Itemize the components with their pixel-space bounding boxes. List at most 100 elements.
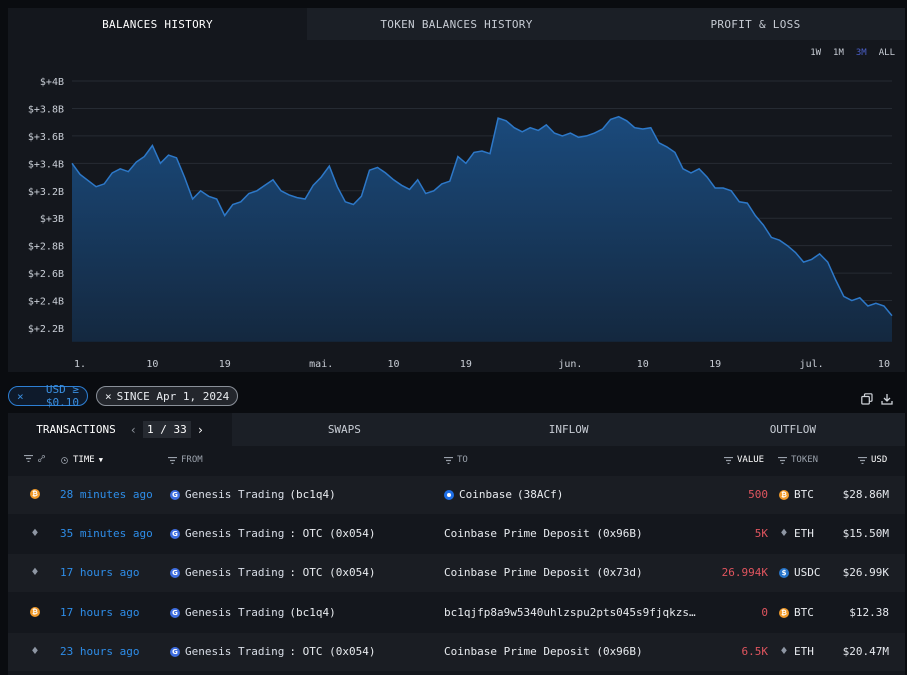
col-time-label: TIME bbox=[73, 455, 95, 465]
filter-token-icon[interactable] bbox=[24, 455, 46, 462]
filter-icon bbox=[724, 456, 733, 464]
to-entity[interactable]: bc1qjfp8a9w5340uhlzspu2pts045s9fjqkzs… bbox=[444, 606, 701, 619]
x-tick-label: 10 bbox=[146, 359, 158, 370]
from-name: Genesis Trading bbox=[185, 488, 285, 501]
page-indicator: 1 / 33 bbox=[142, 421, 191, 438]
col-usd[interactable]: USD bbox=[858, 455, 887, 465]
col-value-label: VALUE bbox=[737, 455, 765, 465]
range-1w[interactable]: 1W bbox=[810, 48, 821, 58]
chart-tabs: BALANCES HISTORY TOKEN BALANCES HISTORY … bbox=[8, 8, 905, 40]
chain-cell: ♦ bbox=[30, 567, 40, 578]
y-tick-label: $+3.2B bbox=[28, 187, 64, 198]
remove-filter-icon[interactable]: × bbox=[17, 390, 24, 403]
from-entity[interactable]: G Genesis Trading: OTC (0x054) bbox=[170, 645, 375, 658]
ethereum-icon: ♦ bbox=[779, 528, 789, 539]
genesis-icon: G bbox=[170, 607, 180, 618]
ethereum-icon: ♦ bbox=[30, 646, 40, 657]
ethereum-icon: ♦ bbox=[30, 567, 40, 578]
tab-transactions[interactable]: TRANSACTIONS ‹ 1 / 33 › bbox=[8, 413, 233, 446]
coinbase-icon bbox=[444, 489, 454, 500]
filter-icon bbox=[168, 456, 177, 464]
prev-page-icon[interactable]: ‹ bbox=[130, 423, 137, 437]
next-page-icon[interactable]: › bbox=[197, 423, 204, 437]
genesis-icon: G bbox=[170, 528, 180, 539]
table-row[interactable]: ₿ 28 minutes ago G Genesis Trading (bc1q4) Co… bbox=[8, 476, 905, 514]
chain-cell: ♦ bbox=[30, 528, 40, 539]
to-name: bc1qjfp8a9w5340uhlzspu2pts045s9fjqkzs… bbox=[444, 606, 696, 619]
range-1m[interactable]: 1M bbox=[833, 48, 844, 58]
tab-balances-history[interactable]: BALANCES HISTORY bbox=[8, 8, 307, 40]
tx-value: 0 bbox=[761, 606, 768, 619]
tx-value: 26.994K bbox=[721, 566, 768, 579]
tx-value: 5K bbox=[754, 527, 768, 540]
tx-value: 6.5K bbox=[741, 645, 769, 658]
range-3m[interactable]: 3M bbox=[856, 48, 867, 58]
x-tick-label: jun. bbox=[558, 359, 582, 370]
tx-time-link[interactable]: 17 hours ago bbox=[60, 606, 139, 619]
col-to-label: TO bbox=[457, 455, 468, 465]
tab-transactions-label: TRANSACTIONS bbox=[36, 423, 116, 436]
usd-filter-chip[interactable]: × USD ≥ $0.10 bbox=[8, 383, 88, 409]
table-row[interactable]: ₿ 17 hours ago G Genesis Trading (bc1q4) bc1q… bbox=[8, 594, 905, 632]
col-to[interactable]: TO bbox=[444, 455, 468, 465]
table-row[interactable]: ♦ 35 minutes ago G Genesis Trading: OTC (0x… bbox=[8, 515, 905, 553]
link-icon bbox=[38, 455, 45, 462]
from-entity[interactable]: G Genesis Trading (bc1q4) bbox=[170, 488, 336, 501]
table-actions bbox=[861, 393, 893, 405]
from-name: Genesis Trading bbox=[185, 606, 285, 619]
x-tick-label: 10 bbox=[637, 359, 649, 370]
tx-time-link[interactable]: 17 hours ago bbox=[60, 566, 139, 579]
col-token[interactable]: TOKEN bbox=[778, 455, 818, 465]
tab-outflow[interactable]: OUTFLOW bbox=[681, 413, 905, 446]
y-tick-label: $+2.2B bbox=[28, 324, 64, 335]
tab-profit-loss[interactable]: PROFIT & LOSS bbox=[606, 8, 905, 40]
usdc-icon: $ bbox=[779, 567, 789, 578]
chain-cell: ♦ bbox=[30, 646, 40, 657]
tx-time-link[interactable]: 28 minutes ago bbox=[60, 488, 153, 501]
from-entity[interactable]: G Genesis Trading (bc1q4) bbox=[170, 606, 336, 619]
to-entity[interactable]: Coinbase Prime Deposit (0x96B) bbox=[444, 645, 648, 658]
since-filter-chip[interactable]: × SINCE Apr 1, 2024 bbox=[96, 386, 239, 406]
y-tick-label: $+3.6B bbox=[28, 132, 64, 143]
transactions-panel: TRANSACTIONS ‹ 1 / 33 › SWAPS INFLOW OUT… bbox=[8, 413, 905, 675]
col-token-label: TOKEN bbox=[791, 455, 819, 465]
to-entity[interactable]: Coinbase Prime Deposit (0x96B) bbox=[444, 527, 648, 540]
to-entity[interactable]: Coinbase (38ACf) bbox=[444, 488, 563, 501]
balances-panel: BALANCES HISTORY TOKEN BALANCES HISTORY … bbox=[8, 8, 905, 372]
copy-icon[interactable] bbox=[861, 393, 873, 405]
clock-icon bbox=[61, 456, 68, 464]
x-tick-label: 10 bbox=[388, 359, 400, 370]
to-name: Coinbase Prime Deposit (0x96B) bbox=[444, 527, 643, 540]
to-entity[interactable]: Coinbase Prime Deposit (0x73d) bbox=[444, 566, 648, 579]
total-pages: 33 bbox=[173, 423, 187, 436]
remove-filter-icon[interactable]: × bbox=[105, 390, 112, 403]
tab-token-balances-history[interactable]: TOKEN BALANCES HISTORY bbox=[307, 8, 606, 40]
from-entity[interactable]: G Genesis Trading: OTC (0x054) bbox=[170, 566, 375, 579]
y-tick-label: $+3.4B bbox=[28, 159, 64, 170]
tab-inflow[interactable]: INFLOW bbox=[457, 413, 681, 446]
tx-time-link[interactable]: 23 hours ago bbox=[60, 645, 139, 658]
col-time[interactable]: TIME ▼ bbox=[60, 455, 103, 465]
genesis-icon: G bbox=[170, 646, 180, 657]
table-row[interactable]: ♦ 23 hours ago G Genesis Trading: OTC (0x05… bbox=[8, 633, 905, 671]
from-entity[interactable]: G Genesis Trading: OTC (0x054) bbox=[170, 527, 375, 540]
to-name: Coinbase Prime Deposit (0x96B) bbox=[444, 645, 643, 658]
tab-swaps[interactable]: SWAPS bbox=[232, 413, 456, 446]
y-tick-label: $+2.4B bbox=[28, 297, 64, 308]
y-tick-label: $+2.6B bbox=[28, 269, 64, 280]
col-value[interactable]: VALUE bbox=[724, 455, 764, 465]
x-tick-label: 19 bbox=[709, 359, 721, 370]
range-all[interactable]: ALL bbox=[879, 48, 895, 58]
usd-filter-label: USD ≥ $0.10 bbox=[45, 383, 79, 409]
from-name: Genesis Trading bbox=[185, 527, 285, 540]
tx-time-link[interactable]: 35 minutes ago bbox=[60, 527, 153, 540]
table-row[interactable]: ♦ 17 hours ago G Genesis Trading: OTC (0x05… bbox=[8, 554, 905, 592]
from-detail: (bc1q4) bbox=[289, 606, 336, 619]
tx-usd: $26.99K bbox=[842, 566, 889, 579]
download-icon[interactable] bbox=[881, 393, 893, 405]
x-tick-label: 1. bbox=[74, 359, 86, 370]
balance-area-chart[interactable]: $+4B $+3.8B $+3.6B $+3.4B $+3.2B $+3B $+2.8B $+… bbox=[8, 68, 905, 372]
y-tick-label: $+3B bbox=[40, 214, 64, 225]
col-from[interactable]: FROM bbox=[168, 455, 203, 465]
col-usd-label: USD bbox=[871, 455, 888, 465]
